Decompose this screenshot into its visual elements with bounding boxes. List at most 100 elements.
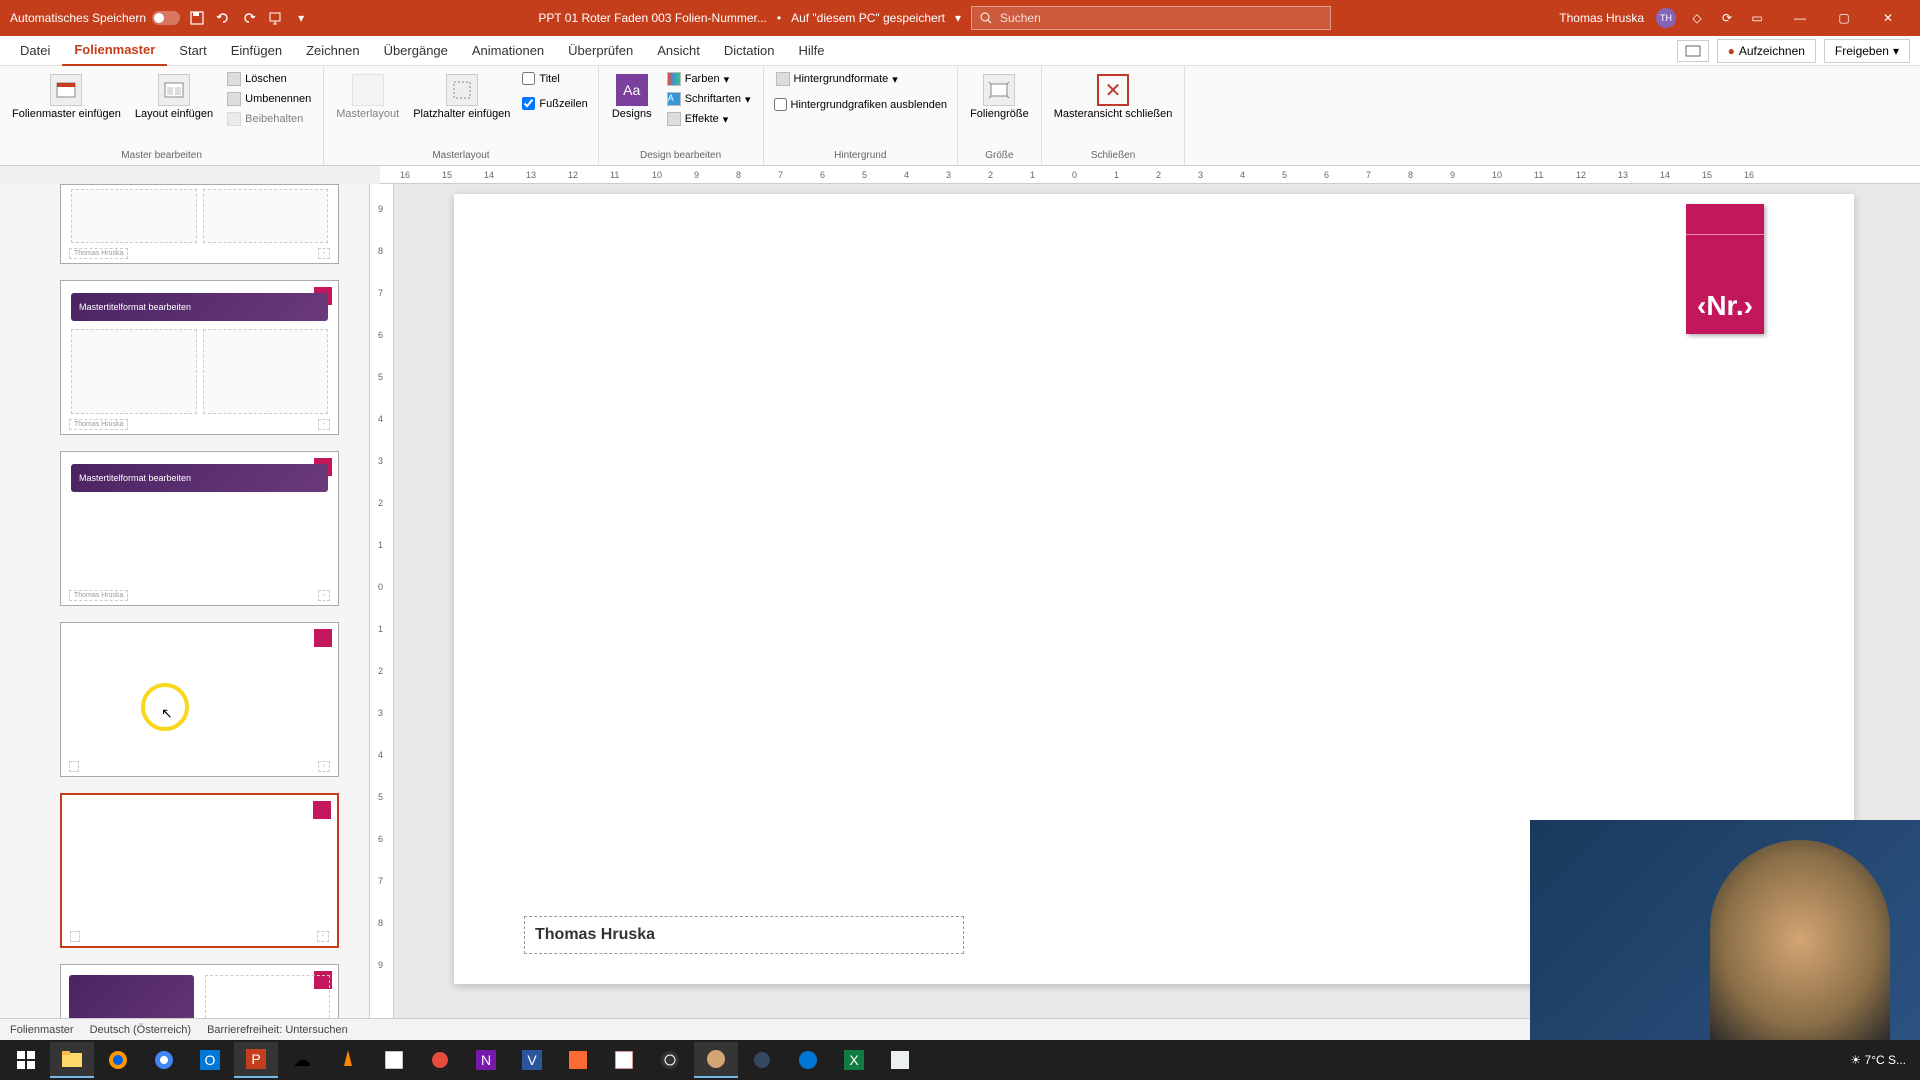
thumbnail-panel[interactable]: Thomas Hruska- Mastertitelformat bearbei… xyxy=(0,184,370,1018)
save-location[interactable]: Auf "diesem PC" gespeichert xyxy=(791,11,945,25)
tab-hilfe[interactable]: Hilfe xyxy=(786,36,836,66)
edge-icon[interactable] xyxy=(786,1042,830,1078)
obs-icon[interactable] xyxy=(648,1042,692,1078)
tab-start[interactable]: Start xyxy=(167,36,218,66)
outlook-icon[interactable]: O xyxy=(188,1042,232,1078)
masterlayout-button[interactable]: Masterlayout xyxy=(332,70,403,124)
footer-name-placeholder[interactable]: Thomas Hruska xyxy=(524,916,964,954)
visio-icon[interactable]: V xyxy=(510,1042,554,1078)
chrome-icon[interactable] xyxy=(142,1042,186,1078)
tab-ansicht[interactable]: Ansicht xyxy=(645,36,712,66)
group-label-close: Schließen xyxy=(1050,148,1177,161)
preserve-button[interactable]: Beibehalten xyxy=(223,110,315,128)
tab-dictation[interactable]: Dictation xyxy=(712,36,787,66)
redo-icon[interactable] xyxy=(240,9,258,27)
present-icon[interactable] xyxy=(266,9,284,27)
vlc-icon[interactable] xyxy=(326,1042,370,1078)
rename-button[interactable]: Umbenennen xyxy=(223,90,315,108)
layout-thumb-1[interactable]: Thomas Hruska- xyxy=(60,184,339,264)
tab-folienmaster[interactable]: Folienmaster xyxy=(62,36,167,66)
ruler-horizontal: 1615141312111098765432101234567891011121… xyxy=(380,166,1920,184)
search-box[interactable] xyxy=(971,6,1331,30)
svg-text:X: X xyxy=(849,1052,859,1068)
svg-text:V: V xyxy=(527,1052,537,1068)
layout-thumb-3[interactable]: Mastertitelformat bearbeiten Thomas Hrus… xyxy=(60,451,339,606)
diamond-icon[interactable]: ◇ xyxy=(1688,9,1706,27)
effects-button[interactable]: Effekte ▾ xyxy=(663,110,755,128)
share-button[interactable]: Freigeben ▾ xyxy=(1824,39,1910,63)
maximize-button[interactable]: ▢ xyxy=(1822,0,1866,36)
group-label-size: Größe xyxy=(966,148,1033,161)
ruler-vertical: 9876543210123456789 xyxy=(370,184,394,1018)
qat-more-icon[interactable]: ▾ xyxy=(292,9,310,27)
tab-datei[interactable]: Datei xyxy=(8,36,62,66)
svg-text:P: P xyxy=(251,1051,260,1067)
title-checkbox[interactable]: Titel xyxy=(520,70,589,87)
webcam-overlay xyxy=(1530,820,1920,1040)
group-label-design-edit: Design bearbeiten xyxy=(607,148,755,161)
footers-checkbox[interactable]: Fußzeilen xyxy=(520,95,589,112)
layout-thumb-6[interactable] xyxy=(60,964,339,1018)
group-label-master-edit: Master bearbeiten xyxy=(8,148,315,161)
close-master-button[interactable]: ✕ Masteransicht schließen xyxy=(1050,70,1177,124)
search-icon xyxy=(980,12,992,24)
app-icon-13[interactable] xyxy=(556,1042,600,1078)
status-language[interactable]: Deutsch (Österreich) xyxy=(90,1024,191,1036)
search-input[interactable] xyxy=(1000,11,1322,25)
layout-thumb-4[interactable]: ↖ - xyxy=(60,622,339,777)
weather-widget[interactable]: ☀ 7°C S... xyxy=(1850,1053,1906,1067)
tab-animationen[interactable]: Animationen xyxy=(460,36,556,66)
status-accessibility[interactable]: Barrierefreiheit: Untersuchen xyxy=(207,1024,348,1036)
layout-thumb-2[interactable]: Mastertitelformat bearbeiten Thomas Hrus… xyxy=(60,280,339,435)
app-icon-17[interactable] xyxy=(740,1042,784,1078)
app-icon-20[interactable] xyxy=(878,1042,922,1078)
slide-size-button[interactable]: Foliengröße xyxy=(966,70,1033,124)
app-icon-14[interactable] xyxy=(602,1042,646,1078)
ribbon-mode-toggle[interactable] xyxy=(1677,40,1709,62)
window-icon[interactable]: ▭ xyxy=(1748,9,1766,27)
onenote-icon[interactable]: N xyxy=(464,1042,508,1078)
minimize-button[interactable]: — xyxy=(1778,0,1822,36)
colors-button[interactable]: Farben ▾ xyxy=(663,70,755,88)
excel-icon[interactable]: X xyxy=(832,1042,876,1078)
firefox-icon[interactable] xyxy=(96,1042,140,1078)
svg-text:O: O xyxy=(205,1052,216,1068)
hide-bg-graphics-checkbox[interactable]: Hintergrundgrafiken ausblenden xyxy=(772,96,950,113)
powerpoint-icon[interactable]: P xyxy=(234,1042,278,1078)
ribbon-tabs: Datei Folienmaster Start Einfügen Zeichn… xyxy=(0,36,1920,66)
tab-zeichnen[interactable]: Zeichnen xyxy=(294,36,371,66)
designs-button[interactable]: Aa Designs xyxy=(607,70,657,124)
autosave-toggle[interactable]: Automatisches Speichern xyxy=(10,11,180,25)
save-icon[interactable] xyxy=(188,9,206,27)
fonts-button[interactable]: ASchriftarten ▾ xyxy=(663,90,755,108)
group-label-masterlayout: Masterlayout xyxy=(332,148,590,161)
layout-thumb-5-selected[interactable]: - xyxy=(60,793,339,948)
tab-einfugen[interactable]: Einfügen xyxy=(219,36,294,66)
sync-icon[interactable]: ⟳ xyxy=(1718,9,1736,27)
username-label[interactable]: Thomas Hruska xyxy=(1559,11,1644,25)
app-icon-16[interactable] xyxy=(694,1042,738,1078)
taskbar: O P ☁ N V X ☀ 7°C S... xyxy=(0,1040,1920,1080)
explorer-icon[interactable] xyxy=(50,1042,94,1078)
insert-placeholder-button[interactable]: Platzhalter einfügen xyxy=(409,70,514,124)
ribbon-content: Folienmaster einfügen Layout einfügen Lö… xyxy=(0,66,1920,166)
insert-layout-button[interactable]: Layout einfügen xyxy=(131,70,217,124)
insert-slidemaster-button[interactable]: Folienmaster einfügen xyxy=(8,70,125,124)
delete-button[interactable]: Löschen xyxy=(223,70,315,88)
status-view-mode[interactable]: Folienmaster xyxy=(10,1024,74,1036)
close-button[interactable]: ✕ xyxy=(1866,0,1910,36)
app-icon-10[interactable] xyxy=(418,1042,462,1078)
app-icon-7[interactable]: ☁ xyxy=(280,1042,324,1078)
group-label-background: Hintergrund xyxy=(772,148,950,161)
record-button[interactable]: ●Aufzeichnen xyxy=(1717,39,1816,63)
app-icon-9[interactable] xyxy=(372,1042,416,1078)
user-avatar[interactable]: TH xyxy=(1656,8,1676,28)
tab-uberprufen[interactable]: Überprüfen xyxy=(556,36,645,66)
page-number-placeholder[interactable]: ‹Nr.› xyxy=(1686,204,1764,334)
background-styles-button[interactable]: Hintergrundformate ▾ xyxy=(772,70,950,88)
save-location-chevron[interactable]: ▾ xyxy=(955,11,961,25)
undo-icon[interactable] xyxy=(214,9,232,27)
title-bar: Automatisches Speichern ▾ PPT 01 Roter F… xyxy=(0,0,1920,36)
tab-ubergange[interactable]: Übergänge xyxy=(372,36,460,66)
start-button[interactable] xyxy=(4,1042,48,1078)
